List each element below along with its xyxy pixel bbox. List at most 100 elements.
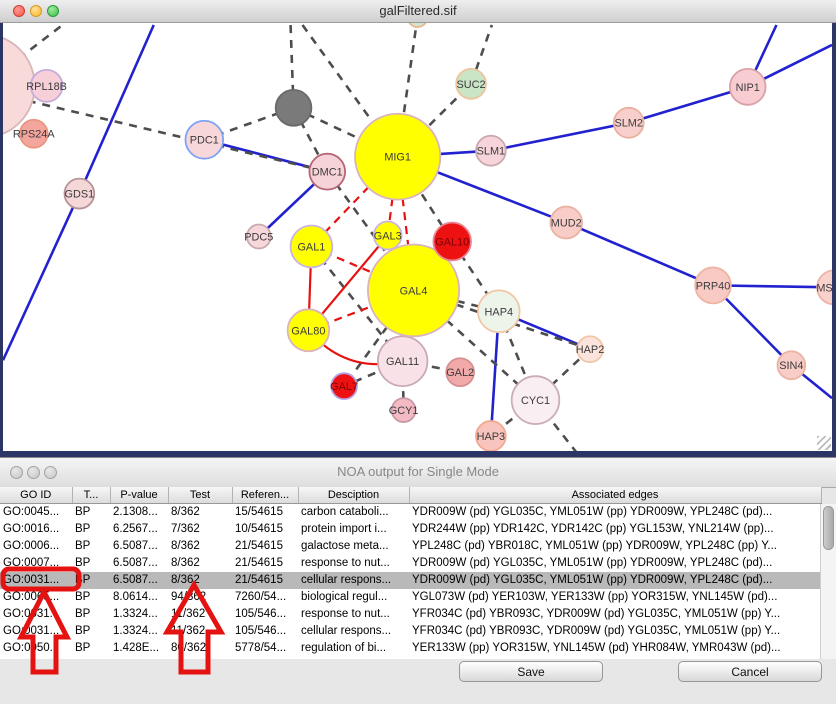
table-cell: 11/362 — [168, 606, 232, 623]
close-icon[interactable] — [13, 5, 25, 17]
edge-pp[interactable] — [3, 194, 79, 361]
table-row[interactable]: GO:0050...BP1.428E...80/3625778/54...reg… — [0, 640, 821, 657]
node-label-slm2: SLM2 — [614, 118, 642, 130]
table-cell: YGL073W (pd) YER103W, YER133W (pp) YOR31… — [409, 589, 821, 606]
node-label-rps24a: RPS24A — [13, 129, 56, 141]
node-gray[interactable] — [276, 90, 312, 126]
results-table: GO IDT...P-valueTestReferen...Desciption… — [0, 487, 822, 657]
table-cell: 15/54615 — [232, 504, 298, 522]
table-cell: GO:0045... — [0, 504, 72, 522]
save-button[interactable]: Save — [459, 661, 603, 682]
node-label-gal3: GAL3 — [374, 230, 402, 242]
node-label-gal11: GAL11 — [386, 356, 419, 368]
table-cell: galactose meta... — [298, 538, 409, 555]
table-cell: GO:0031... — [0, 572, 72, 589]
node-label-hap3: HAP3 — [477, 431, 505, 443]
node-label-pdc1: PDC1 — [190, 135, 219, 147]
table-cell: YFR034C (pd) YBR093C, YDR009W (pd) YGL03… — [409, 606, 821, 623]
table-cell: 6.5087... — [110, 538, 168, 555]
table-cell: 21/54615 — [232, 538, 298, 555]
node-label-cyc1: CYC1 — [521, 395, 550, 407]
table-row[interactable]: GO:0031...BP1.3324...11/362105/546...cel… — [0, 623, 821, 640]
table-row[interactable]: GO:0007...BP6.5087...8/36221/54615respon… — [0, 555, 821, 572]
window-galfiltered: galFiltered.sif RPL18BRPS24AGDS1PDC1MIG1… — [0, 0, 836, 457]
table-row[interactable]: GO:0031...BP1.3324...11/362105/546...res… — [0, 606, 821, 623]
table-cell: 2.1308... — [110, 504, 168, 522]
graph-window-title: galFiltered.sif — [379, 3, 456, 18]
table-cell: BP — [72, 521, 110, 538]
column-header[interactable]: Test — [168, 487, 232, 504]
node-label-suc2: SUC2 — [456, 79, 485, 91]
table-cell: cellular respons... — [298, 623, 409, 640]
table-cell: 11/362 — [168, 623, 232, 640]
table-cell: GO:0006... — [0, 538, 72, 555]
column-header[interactable]: Desciption — [298, 487, 409, 504]
table-cell: cellular respons... — [298, 572, 409, 589]
table-cell: YDR009W (pd) YGL035C, YML051W (pp) YDR00… — [409, 555, 821, 572]
node-label-rpl18b: RPL18B — [26, 81, 67, 93]
graph-window-titlebar[interactable]: galFiltered.sif — [0, 0, 836, 23]
node-topg[interactable] — [408, 23, 428, 27]
node-label-msi1: MSI — [816, 282, 832, 294]
edge-pp[interactable] — [491, 123, 629, 151]
table-cell: YDR009W (pd) YGL035C, YML051W (pp) YDR00… — [409, 572, 821, 589]
table-cell: BP — [72, 623, 110, 640]
table-cell: BP — [72, 504, 110, 522]
close-icon[interactable] — [10, 466, 23, 479]
table-cell: 8/362 — [168, 572, 232, 589]
node-label-gal7: GAL7 — [330, 381, 358, 393]
zoom-icon[interactable] — [47, 5, 59, 17]
table-cell: 80/362 — [168, 640, 232, 657]
table-cell: 6.5087... — [110, 555, 168, 572]
table-cell: 105/546... — [232, 606, 298, 623]
table-row[interactable]: GO:0045...BP2.1308...8/36215/54615carbon… — [0, 504, 821, 522]
node-label-gal4: GAL4 — [400, 285, 428, 297]
table-cell: 8/362 — [168, 555, 232, 572]
table-row[interactable]: GO:0031...BP6.5087...8/36221/54615cellul… — [0, 572, 821, 589]
scrollbar-thumb[interactable] — [823, 506, 834, 550]
window-noa-output: NOA output for Single Mode GO IDT...P-va… — [0, 457, 836, 704]
table-cell: 8/362 — [168, 538, 232, 555]
table-row[interactable]: GO:0065...BP8.0614...94/3627260/54...bio… — [0, 589, 821, 606]
vertical-scrollbar[interactable] — [820, 504, 836, 659]
zoom-icon[interactable] — [44, 466, 57, 479]
table-cell: 5778/54... — [232, 640, 298, 657]
minimize-icon[interactable] — [27, 466, 40, 479]
table-cell: YDR009W (pd) YGL035C, YML051W (pp) YDR00… — [409, 504, 821, 522]
node-label-nip1: NIP1 — [736, 82, 760, 94]
table-cell: 21/54615 — [232, 572, 298, 589]
column-header[interactable]: Associated edges — [409, 487, 821, 504]
node-label-gal1: GAL1 — [297, 241, 325, 253]
node-label-gds1: GDS1 — [65, 189, 95, 201]
column-header[interactable]: GO ID — [0, 487, 72, 504]
network-graph: RPL18BRPS24AGDS1PDC1MIG1DMC1PDC5SUC2SLM1… — [3, 23, 832, 451]
table-cell: 1.3324... — [110, 623, 168, 640]
minimize-icon[interactable] — [30, 5, 42, 17]
table-cell: GO:0031... — [0, 623, 72, 640]
table-cell: BP — [72, 589, 110, 606]
network-canvas[interactable]: RPL18BRPS24AGDS1PDC1MIG1DMC1PDC5SUC2SLM1… — [0, 23, 836, 457]
column-header[interactable]: P-value — [110, 487, 168, 504]
table-cell: YFR034C (pd) YBR093C, YDR009W (pd) YGL03… — [409, 623, 821, 640]
table-cell: YPL248C (pd) YBR018C, YML051W (pp) YDR00… — [409, 538, 821, 555]
node-label-hap4: HAP4 — [485, 306, 513, 318]
table-cell: 6.2567... — [110, 521, 168, 538]
table-cell: 21/54615 — [232, 555, 298, 572]
table-cell: response to nut... — [298, 555, 409, 572]
table-row[interactable]: GO:0016...BP6.2567...7/36210/54615protei… — [0, 521, 821, 538]
edge-pp[interactable] — [566, 223, 713, 286]
node-label-gal10: GAL10 — [435, 236, 469, 248]
cancel-button[interactable]: Cancel — [678, 661, 822, 682]
table-cell: 7/362 — [168, 521, 232, 538]
table-cell: 7260/54... — [232, 589, 298, 606]
results-table-wrap: GO IDT...P-valueTestReferen...Desciption… — [0, 487, 821, 659]
column-header[interactable]: T... — [72, 487, 110, 504]
table-cell: biological regul... — [298, 589, 409, 606]
table-cell: BP — [72, 606, 110, 623]
column-header[interactable]: Referen... — [232, 487, 298, 504]
edge-pp[interactable] — [79, 25, 153, 194]
table-row[interactable]: GO:0006...BP6.5087...8/36221/54615galact… — [0, 538, 821, 555]
noa-window-titlebar[interactable]: NOA output for Single Mode — [0, 458, 836, 488]
table-cell: 8/362 — [168, 504, 232, 522]
resize-grip-icon[interactable] — [817, 436, 831, 450]
